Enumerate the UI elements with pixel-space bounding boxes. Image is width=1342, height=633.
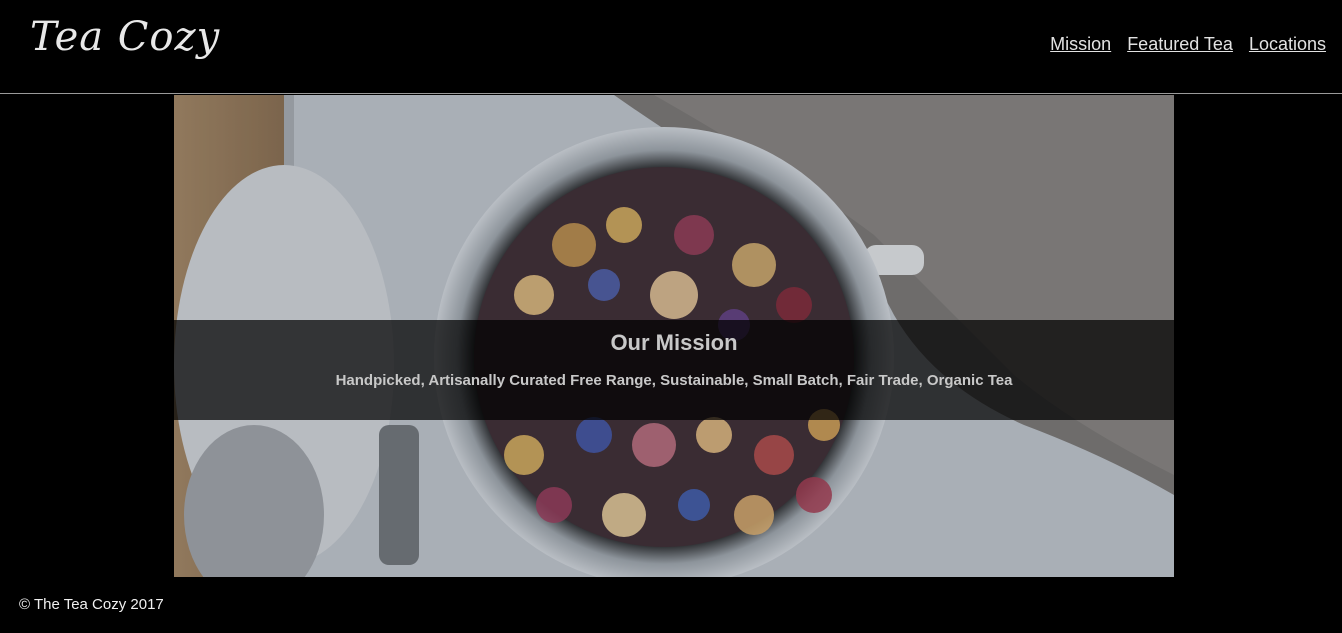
mission-description: Handpicked, Artisanally Curated Free Ran…: [335, 372, 1013, 389]
nav-link-mission[interactable]: Mission: [1050, 34, 1111, 55]
site-header: Tea Cozy Mission Featured Tea Locations: [0, 0, 1342, 94]
mission-title: Our Mission: [610, 330, 738, 355]
nav-link-locations[interactable]: Locations: [1249, 34, 1326, 55]
nav-link-featured-tea[interactable]: Featured Tea: [1127, 34, 1233, 55]
main-nav: Mission Featured Tea Locations: [1050, 34, 1326, 55]
hero-image: Our Mission Handpicked, Artisanally Cura…: [174, 95, 1174, 577]
mission-banner: Our Mission Handpicked, Artisanally Cura…: [174, 320, 1174, 420]
site-logo[interactable]: Tea Cozy: [30, 14, 220, 60]
footer-copyright: © The Tea Cozy 2017: [19, 596, 164, 613]
